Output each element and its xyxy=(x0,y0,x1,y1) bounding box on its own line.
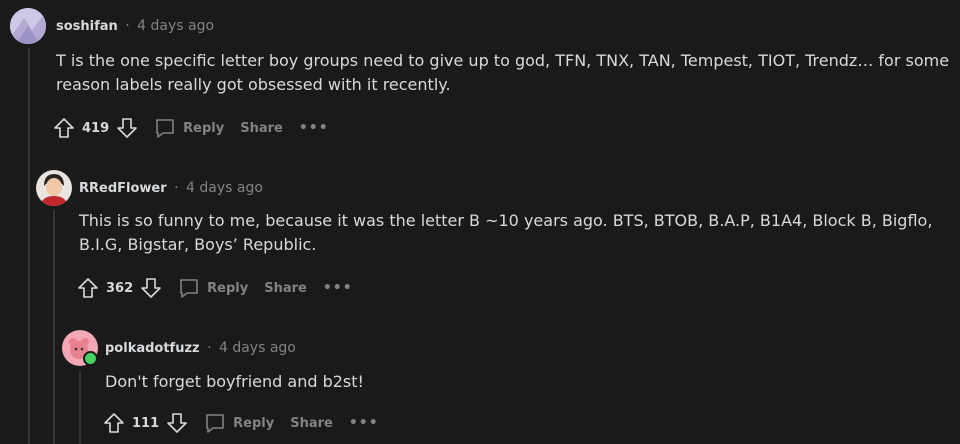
avatar[interactable] xyxy=(36,170,72,206)
upvote-icon[interactable] xyxy=(102,411,126,435)
share-label: Share xyxy=(290,415,333,431)
comment-bubble-icon xyxy=(203,411,227,435)
comment-actions: 362 Reply Share ••• xyxy=(76,273,353,303)
timestamp[interactable]: 4 days ago xyxy=(186,180,263,196)
thread-line[interactable] xyxy=(53,210,55,444)
comment-body: Don't forget boyfriend and b2st! xyxy=(105,372,364,391)
online-status-indicator xyxy=(83,351,98,366)
downvote-icon[interactable] xyxy=(115,116,139,140)
comment-bubble-icon xyxy=(177,276,201,300)
avatar[interactable] xyxy=(10,8,46,44)
comment-actions: 419 Reply Share ••• xyxy=(52,113,329,143)
comment-bubble-icon xyxy=(153,116,177,140)
reply-label: Reply xyxy=(207,280,249,296)
username[interactable]: soshifan xyxy=(56,19,118,34)
downvote-icon[interactable] xyxy=(139,276,163,300)
thread-line[interactable] xyxy=(79,372,81,444)
timestamp[interactable]: 4 days ago xyxy=(219,340,296,356)
comment-meta: soshifan · 4 days ago xyxy=(56,18,214,34)
separator: · xyxy=(207,340,212,356)
vote-score: 419 xyxy=(82,120,110,136)
username[interactable]: RRedFlower xyxy=(79,181,167,196)
share-label: Share xyxy=(240,120,283,136)
upvote-icon[interactable] xyxy=(76,276,100,300)
vote-score: 111 xyxy=(132,415,160,431)
upvote-icon[interactable] xyxy=(52,116,76,140)
share-button[interactable]: Share xyxy=(290,416,333,431)
share-button[interactable]: Share xyxy=(240,121,283,136)
more-options-icon[interactable]: ••• xyxy=(323,280,353,296)
reply-label: Reply xyxy=(183,120,225,136)
more-options-icon[interactable]: ••• xyxy=(349,415,379,431)
vote-score: 362 xyxy=(106,280,134,296)
share-label: Share xyxy=(264,280,307,296)
reply-button[interactable]: Reply xyxy=(203,411,274,435)
timestamp[interactable]: 4 days ago xyxy=(137,18,214,34)
comment-meta: RRedFlower · 4 days ago xyxy=(79,180,263,196)
comment-meta: polkadotfuzz · 4 days ago xyxy=(105,340,296,356)
username[interactable]: polkadotfuzz xyxy=(105,341,200,356)
share-button[interactable]: Share xyxy=(264,281,307,296)
separator: · xyxy=(174,180,179,196)
thread-line[interactable] xyxy=(28,48,30,444)
reply-button[interactable]: Reply xyxy=(177,276,248,300)
reply-label: Reply xyxy=(233,415,275,431)
comment-body: This is so funny to me, because it was t… xyxy=(79,211,933,254)
comment-actions: 111 Reply Share ••• xyxy=(102,408,379,438)
more-options-icon[interactable]: ••• xyxy=(299,120,329,136)
downvote-icon[interactable] xyxy=(165,411,189,435)
separator: · xyxy=(125,18,130,34)
comment-body: T is the one specific letter boy groups … xyxy=(56,51,950,94)
reply-button[interactable]: Reply xyxy=(153,116,224,140)
